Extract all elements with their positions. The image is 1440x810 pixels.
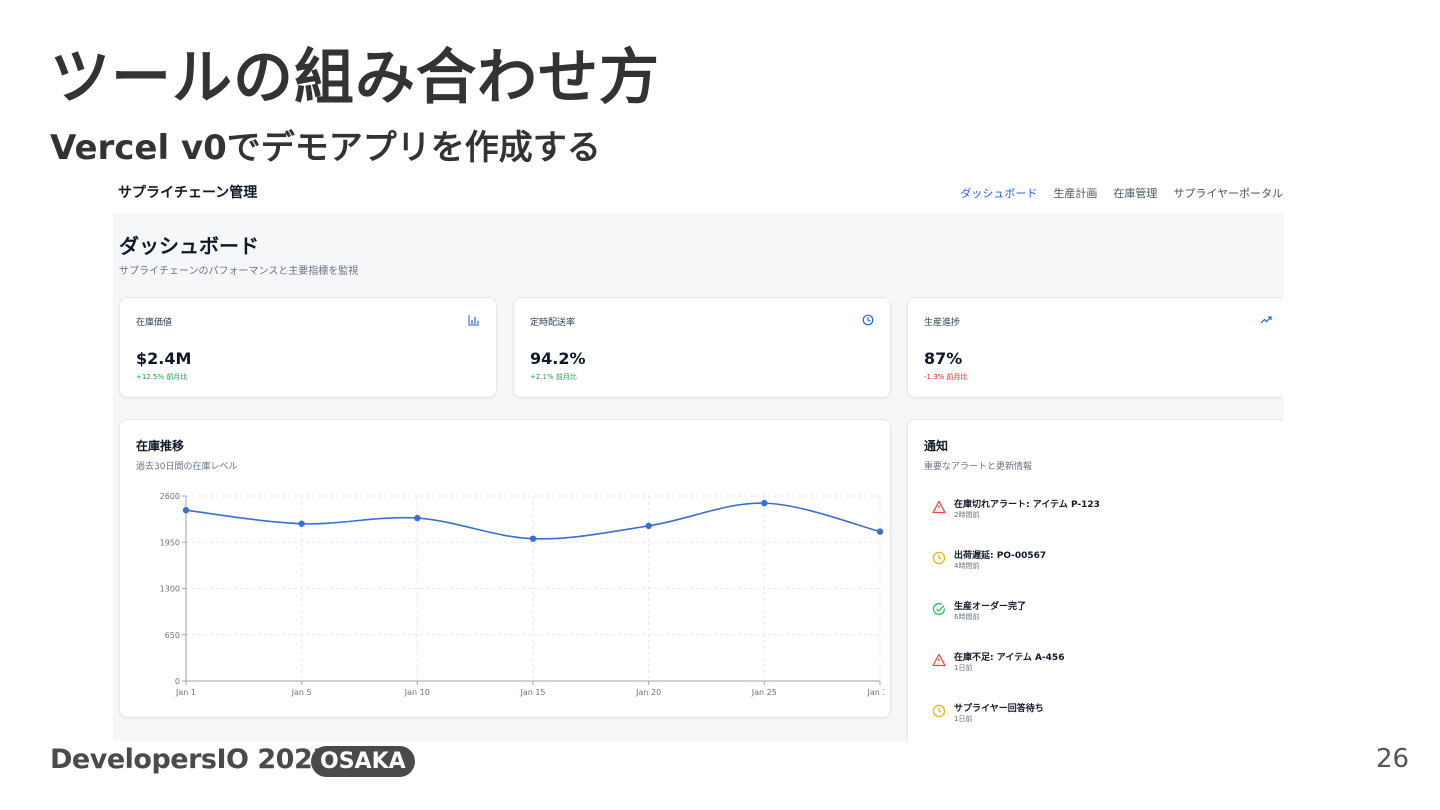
notification-time: 2時間前 (954, 511, 980, 519)
nav-links: ダッシュボード 生産計画 在庫管理 サプライヤーポータル (960, 185, 1283, 201)
notification-time: 1日前 (954, 664, 973, 672)
data-point (645, 522, 652, 530)
slide-subtitle: Vercel v0でデモアプリを作成する (50, 128, 601, 168)
y-tick-label: 2600 (160, 492, 180, 501)
notifications-subtitle: 重要なアラートと更新情報 (924, 462, 1033, 472)
data-point (876, 528, 884, 535)
notification-item[interactable]: サプライヤー回答待ち 1日前 (932, 701, 1172, 731)
stat-card-inventory-value: 在庫価値 $2.4M +12.5% 前月比 (119, 297, 497, 398)
check-circle-icon (932, 602, 945, 615)
stat-value: 87% (924, 349, 963, 368)
data-point (414, 514, 421, 522)
notification-item[interactable]: 出荷遅延: PO-00567 4時間前 (932, 548, 1172, 578)
inventory-trend-card: 在庫推移 過去30日間の在庫レベル 0 650 1300 1950 2600 Jan 1 J… (119, 419, 891, 718)
data-point (529, 535, 537, 542)
y-tick-label: 0 (175, 677, 180, 686)
trending-up-icon (1260, 316, 1272, 324)
clock-icon (932, 704, 946, 718)
y-tick-label: 1300 (160, 585, 180, 594)
notification-text: 生産オーダー完了 (954, 602, 1027, 612)
nav-item-inventory[interactable]: 在庫管理 (1113, 185, 1157, 201)
slide-title: ツールの組み合わせ方 (50, 43, 660, 113)
y-tick-label: 650 (165, 631, 180, 640)
notification-item[interactable]: 生産オーダー完了 6時間前 (932, 599, 1172, 629)
stat-change: -1.3% 前月比 (924, 373, 968, 381)
stat-label: 定時配送率 (530, 318, 576, 328)
notification-time: 6時間前 (954, 613, 980, 621)
stat-value: $2.4M (136, 349, 192, 368)
stat-change: +2.1% 前月比 (530, 373, 577, 381)
nav-item-supplier-portal[interactable]: サプライヤーポータル (1173, 185, 1283, 201)
app-screenshot: サプライチェーン管理 ダッシュボード 生産計画 在庫管理 サプライヤーポータル … (113, 178, 1283, 741)
clock-icon (932, 551, 946, 565)
stat-label: 生産進捗 (924, 318, 961, 328)
page-heading: ダッシュボード (119, 234, 259, 258)
x-tick-label: Jan 15 (519, 688, 545, 697)
bar-chart-icon (468, 315, 479, 326)
x-tick-label: Jan 20 (635, 688, 661, 697)
alert-triangle-icon (932, 500, 946, 514)
data-point (182, 507, 190, 514)
inventory-line-chart: 0 650 1300 1950 2600 Jan 1 Jan 5 Jan 10 Jan 15 Ja… (160, 492, 884, 697)
notification-time: 1日前 (954, 715, 973, 723)
page-description: サプライチェーンのパフォーマンスと主要指標を監視 (119, 266, 359, 277)
stat-card-production-progress: 生産進捗 87% -1.3% 前月比 (907, 297, 1283, 398)
chart-subtitle: 過去30日間の在庫レベル (136, 462, 238, 472)
footer-brand: DevelopersIO 2025 (50, 744, 331, 775)
notification-item[interactable]: 在庫切れアラート: アイテム P-123 2時間前 (932, 497, 1172, 527)
stat-label: 在庫価値 (136, 318, 173, 328)
notification-text: 出荷遅延: PO-00567 (954, 551, 1047, 561)
notification-text: 在庫切れアラート: アイテム P-123 (954, 500, 1100, 510)
x-tick-label: Jan 1 (175, 688, 196, 697)
stat-value: 94.2% (530, 349, 586, 368)
data-point (298, 520, 305, 527)
x-tick-label: Jan 10 (404, 688, 430, 697)
notifications-card: 通知 重要なアラートと更新情報 在庫切れアラート: アイテム P-123 2時間… (907, 419, 1283, 741)
stat-card-on-time-delivery: 定時配送率 94.2% +2.1% 前月比 (513, 297, 891, 398)
notification-item[interactable]: 在庫不足: アイテム A-456 1日前 (932, 650, 1172, 680)
notification-time: 4時間前 (954, 562, 980, 570)
data-point (761, 499, 768, 507)
page-number: 26 (1376, 744, 1410, 774)
chart-title: 在庫推移 (136, 439, 185, 453)
notification-text: 在庫不足: アイテム A-456 (954, 653, 1065, 663)
x-tick-label: Jan 30 (866, 688, 884, 697)
y-tick-label: 1950 (160, 538, 180, 547)
app-brand[interactable]: サプライチェーン管理 (118, 182, 257, 202)
nav-item-production-planning[interactable]: 生産計画 (1053, 185, 1097, 201)
x-tick-label: Jan 5 (291, 688, 312, 697)
nav-item-dashboard[interactable]: ダッシュボード (960, 185, 1037, 201)
clock-icon (862, 314, 874, 326)
stat-change: +12.5% 前月比 (136, 373, 188, 381)
notification-text: サプライヤー回答待ち (954, 704, 1044, 714)
x-tick-label: Jan 25 (751, 688, 777, 697)
notifications-title: 通知 (924, 439, 949, 453)
top-navigation: サプライチェーン管理 ダッシュボード 生産計画 在庫管理 サプライヤーポータル (113, 178, 1283, 213)
footer-badge: OSAKA (311, 746, 415, 777)
alert-triangle-icon (932, 653, 946, 667)
